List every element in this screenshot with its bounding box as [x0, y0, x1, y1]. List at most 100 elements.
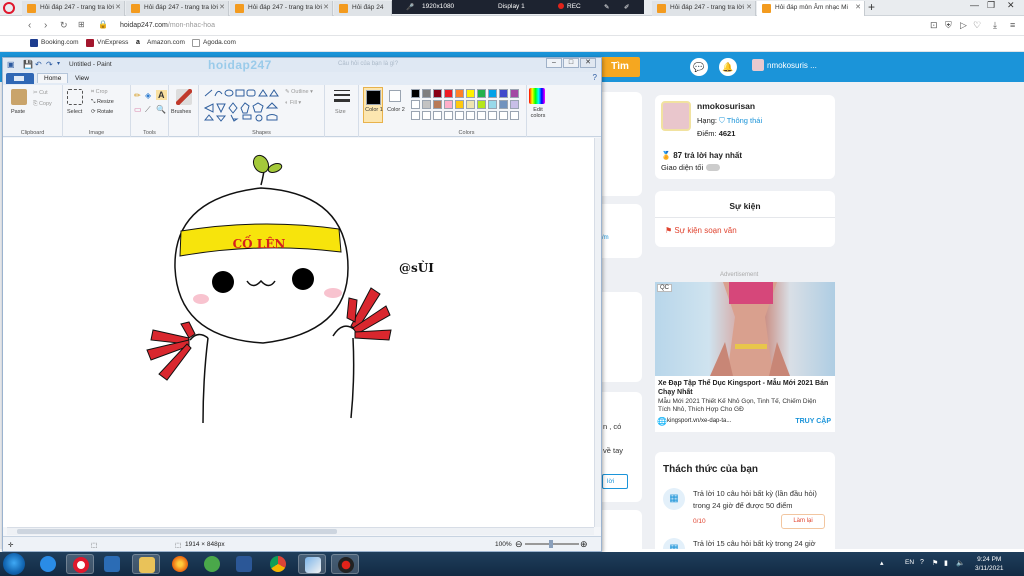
taskbar-media-player[interactable] — [98, 554, 126, 574]
marker-icon[interactable]: ✐ — [624, 3, 629, 11]
palette-swatch[interactable] — [488, 89, 497, 98]
scroll-thumb[interactable] — [17, 529, 337, 534]
palette-swatch[interactable] — [499, 100, 508, 109]
fill-bucket-icon[interactable]: ◈ — [145, 91, 151, 100]
ad-title[interactable]: Xe Đạp Tập Thể Dục Kingsport - Mẫu Mới 2… — [658, 379, 830, 397]
palette-swatch[interactable] — [510, 111, 519, 120]
palette-swatch[interactable] — [455, 111, 464, 120]
taskbar-chrome[interactable] — [264, 554, 292, 574]
language-indicator[interactable]: EN — [905, 559, 914, 566]
magnifier-icon[interactable]: 🔍 — [156, 105, 166, 114]
palette-swatch[interactable] — [477, 89, 486, 98]
close-icon[interactable]: ✕ — [580, 58, 596, 68]
recorder-display[interactable]: Display 1 — [498, 3, 525, 10]
palette-swatch[interactable] — [488, 111, 497, 120]
maximize-icon[interactable]: □ — [563, 58, 579, 68]
save-icon[interactable]: 💾 — [23, 60, 33, 69]
file-menu-button[interactable] — [6, 73, 34, 84]
palette-swatch[interactable] — [433, 100, 442, 109]
camera-icon[interactable]: ⊡ — [930, 20, 938, 31]
palette-swatch[interactable] — [422, 89, 431, 98]
minimize-icon[interactable]: — — [970, 0, 979, 10]
edit-colors-icon[interactable] — [529, 88, 545, 104]
browser-tab[interactable]: Hỏi đáp 247 - trang tra lời ✕ — [126, 1, 229, 16]
palette-swatch[interactable] — [411, 100, 420, 109]
help-icon[interactable]: ? — [593, 73, 597, 82]
shield-icon[interactable]: ⛨ — [945, 20, 952, 31]
taskbar-firefox[interactable] — [166, 554, 194, 574]
download-icon[interactable]: ⤓ — [993, 20, 997, 31]
close-icon[interactable]: ✕ — [323, 3, 329, 11]
palette-swatch[interactable] — [477, 111, 486, 120]
browser-tab[interactable]: Hỏi đáp 247 - trang tra lời ✕ — [22, 1, 125, 16]
taskbar-opera[interactable] — [66, 554, 94, 574]
ad-cta-button[interactable]: TRUY CẬP — [795, 418, 831, 425]
customize-toolbar-icon[interactable]: ▾ — [57, 60, 60, 67]
paint-canvas[interactable]: CỐ LÊN @sÙI — [3, 138, 595, 527]
palette-swatch[interactable] — [466, 89, 475, 98]
select-icon[interactable] — [67, 89, 83, 105]
palette-swatch[interactable] — [444, 89, 453, 98]
microphone-icon[interactable]: 🎤 — [406, 3, 414, 11]
horizontal-scrollbar[interactable] — [7, 527, 594, 535]
palette-swatch[interactable] — [411, 111, 420, 120]
palette-swatch[interactable] — [455, 89, 464, 98]
bookmark-agoda[interactable]: Agoda.com — [192, 39, 236, 47]
forward-icon[interactable]: › — [44, 20, 47, 31]
profile-name[interactable]: nmokosurisan — [697, 101, 755, 111]
reload-icon[interactable]: ↻ — [60, 20, 68, 31]
outline-button[interactable]: ✎ Outline ▾ — [285, 89, 313, 95]
color1-selector[interactable] — [363, 87, 383, 123]
tab-view[interactable]: View — [69, 74, 95, 83]
palette-swatch[interactable] — [444, 100, 453, 109]
edit-colors-button[interactable]: Edit colors — [529, 107, 547, 119]
restore-icon[interactable]: ❐ — [987, 0, 995, 11]
taskbar-internet-explorer[interactable] — [34, 554, 62, 574]
network-icon[interactable]: ▮ — [944, 559, 948, 567]
lock-icon[interactable]: 🔒 — [98, 20, 108, 29]
taskbar-file-explorer[interactable] — [132, 554, 160, 574]
color2-swatch[interactable] — [389, 90, 401, 102]
palette-swatch[interactable] — [499, 111, 508, 120]
palette-swatch[interactable] — [422, 100, 431, 109]
volume-icon[interactable]: 🔈 — [956, 559, 965, 567]
home-grid-icon[interactable]: ⊞ — [78, 20, 85, 29]
palette-swatch[interactable] — [466, 100, 475, 109]
bell-icon[interactable]: 🔔 — [719, 58, 737, 76]
vertical-scrollbar[interactable] — [594, 138, 601, 527]
retry-button[interactable]: Làm lại — [781, 514, 825, 529]
dark-mode-toggle[interactable] — [706, 164, 721, 171]
close-icon[interactable]: ✕ — [115, 3, 121, 11]
taskbar-recorder[interactable] — [331, 554, 359, 574]
palette-swatch[interactable] — [433, 111, 442, 120]
brushes-button[interactable]: Brushes — [171, 109, 191, 115]
taskbar-green-app[interactable] — [198, 554, 226, 574]
rec-button[interactable]: REC — [558, 3, 581, 10]
browser-tab[interactable]: Hỏi đáp 247 - trang tra lời ✕ — [652, 1, 756, 16]
opera-logo-icon[interactable] — [3, 2, 15, 14]
ad-image[interactable]: QC — [655, 282, 835, 376]
palette-swatch[interactable] — [499, 89, 508, 98]
start-button[interactable] — [3, 553, 25, 575]
close-icon[interactable]: ✕ — [219, 3, 225, 11]
advertisement[interactable]: QC Xe Đạp Tập Thể Dục Kingsport - Mẫu Mớ… — [655, 282, 835, 432]
taskbar-word[interactable] — [230, 554, 258, 574]
palette-swatch[interactable] — [422, 111, 431, 120]
browser-tab[interactable]: Hỏi đáp 247 - trang tra lời ✕ — [230, 1, 333, 16]
rotate-button[interactable]: ⟳ Rotate — [91, 109, 113, 115]
zoom-slider[interactable] — [525, 540, 579, 548]
pencil-icon[interactable]: ✏ — [134, 91, 141, 100]
url-field[interactable]: hoidap247.com/mon-nhac-hoa — [120, 22, 215, 29]
paste-button[interactable]: Paste — [11, 109, 25, 115]
palette-swatch[interactable] — [510, 100, 519, 109]
eraser-icon[interactable]: ▭ — [134, 105, 142, 114]
help-tray-icon[interactable]: ? — [920, 559, 924, 566]
close-window-icon[interactable]: ✕ — [1007, 0, 1015, 11]
palette-swatch[interactable] — [488, 100, 497, 109]
palette-swatch[interactable] — [433, 89, 442, 98]
minimize-icon[interactable]: – — [546, 58, 562, 68]
cut-button[interactable]: ✂ Cut — [33, 90, 48, 96]
text-tool-icon[interactable]: A — [156, 90, 167, 100]
close-icon[interactable]: ✕ — [746, 3, 752, 11]
palette-swatch[interactable] — [510, 89, 519, 98]
